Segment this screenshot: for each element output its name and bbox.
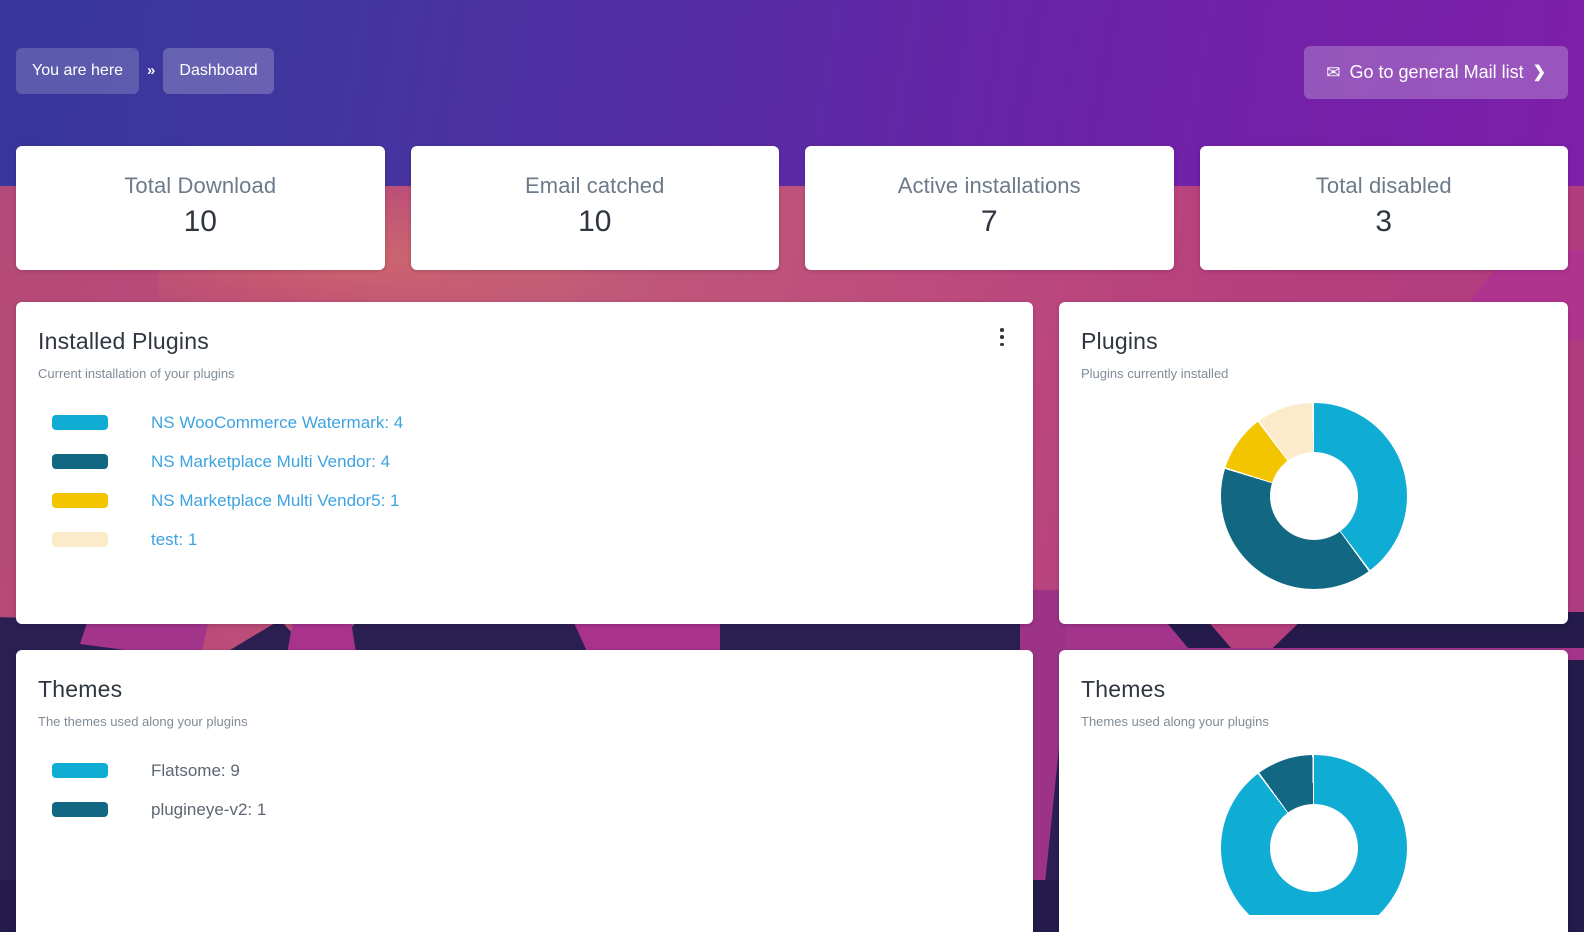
themes-list-card: Themes The themes used along your plugin… [16,650,1033,932]
list-item[interactable]: test: 1 [38,520,1011,559]
stat-card-total-download: Total Download 10 [16,146,385,270]
plugins-donut-chart[interactable] [1220,403,1407,589]
legend-label[interactable]: NS Marketplace Multi Vendor5: 1 [151,491,400,511]
card-title: Themes [38,676,123,702]
kebab-menu-icon[interactable] [993,326,1011,348]
stat-value: 10 [183,205,217,238]
card-subtitle: Themes used along your plugins [1081,714,1269,729]
list-item[interactable]: NS Marketplace Multi Vendor5: 1 [38,481,1011,520]
stat-card-active-installations: Active installations 7 [805,146,1174,270]
legend-swatch [52,532,108,547]
themes-donut-chart[interactable] [1220,755,1407,915]
card-subtitle: The themes used along your plugins [38,714,248,729]
card-title: Installed Plugins [38,328,209,354]
legend-swatch [52,454,108,469]
stat-cards-row: Total Download 10 Email catched 10 Activ… [16,146,1568,270]
legend-swatch [52,802,108,817]
breadcrumb: You are here » Dashboard [16,48,274,94]
stat-label: Email catched [525,173,665,198]
installed-plugins-card: Installed Plugins Current installation o… [16,302,1033,624]
legend-label[interactable]: NS Marketplace Multi Vendor: 4 [151,452,390,472]
installed-plugins-legend: NS WooCommerce Watermark: 4 NS Marketpla… [38,403,1011,559]
go-to-general-mail-list-button[interactable]: ✉ Go to general Mail list ❯ [1304,46,1568,99]
breadcrumb-you-are-here[interactable]: You are here [16,48,140,94]
legend-label: Flatsome: 9 [151,760,240,780]
stat-value: 7 [980,205,998,238]
stat-value: 3 [1375,205,1393,238]
mail-button-label: Go to general Mail list [1349,62,1524,82]
stat-label: Total Download [124,173,277,198]
card-title: Plugins [1081,328,1158,354]
stat-card-total-disabled: Total disabled 3 [1199,146,1568,270]
list-item[interactable]: NS Marketplace Multi Vendor: 4 [38,442,1011,481]
plugins-chart-card: Plugins Plugins currently installed [1059,302,1568,624]
legend-label[interactable]: NS WooCommerce Watermark: 4 [151,413,403,433]
plugins-donut-wrap [1081,403,1546,589]
list-item[interactable]: plugineye-v2: 1 [38,790,1011,829]
legend-swatch [52,415,108,430]
legend-swatch [52,763,108,778]
breadcrumb-item-dashboard[interactable]: Dashboard [163,48,274,94]
chevron-right-icon: ❯ [1532,63,1546,81]
list-item[interactable]: NS WooCommerce Watermark: 4 [38,403,1011,442]
list-item[interactable]: Flatsome: 9 [38,751,1011,790]
stat-label: Total disabled [1315,173,1452,198]
stat-label: Active installations [897,173,1081,198]
card-subtitle: Current installation of your plugins [38,366,235,381]
stat-value: 10 [578,205,612,238]
dashboard-page: You are here » Dashboard ✉ Go to general… [0,0,1584,932]
themes-donut-wrap [1081,755,1546,915]
stat-card-email-catched: Email catched 10 [410,146,779,270]
envelope-icon: ✉ [1326,63,1341,82]
card-subtitle: Plugins currently installed [1081,366,1229,381]
themes-chart-card: Themes Themes used along your plugins [1059,650,1568,932]
dashboard-grid: Installed Plugins Current installation o… [16,302,1568,932]
legend-label[interactable]: test: 1 [151,530,197,550]
breadcrumb-separator-icon: » [147,62,156,80]
card-title: Themes [1081,676,1166,702]
legend-label: plugineye-v2: 1 [151,799,267,819]
legend-swatch [52,493,108,508]
themes-legend: Flatsome: 9 plugineye-v2: 1 [38,751,1011,829]
topbar: You are here » Dashboard ✉ Go to general… [16,0,1568,146]
